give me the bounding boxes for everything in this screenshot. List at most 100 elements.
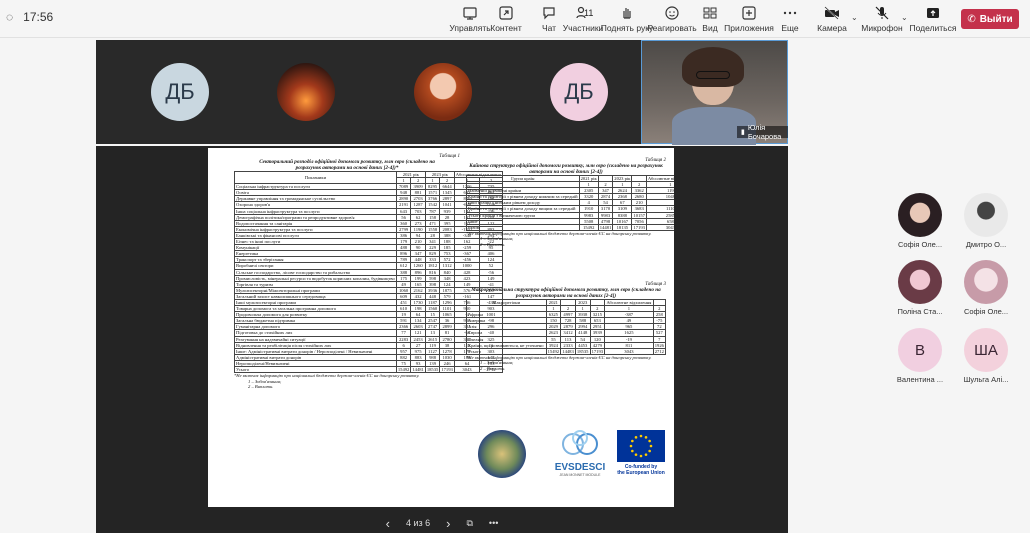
participant-photo-sunset[interactable] [277,63,335,121]
table-cell: 1926 [652,341,667,349]
table-cell: 14481 [597,223,614,231]
participant-tile-db-2[interactable]: ДБ [550,63,608,121]
table-row: Разом1549214481181351719330432712 [466,223,674,231]
more-options-icon[interactable]: ••• [489,518,498,528]
table-cell: 17193 [631,223,647,231]
participant-initials: ДБ [564,79,594,104]
more-icon [783,11,797,15]
shield-icon[interactable]: ◌ [6,10,13,24]
table-row: Усього 15492 14483 18535 17193 3043 2712 [466,347,667,355]
roster-participant[interactable]: Дмитро О... [956,193,1016,249]
leave-button[interactable]: ✆ Выйти [961,9,1019,29]
toolbar-button-raise-hand[interactable]: Поднять руку [601,5,653,33]
toolbar-button-camera-off[interactable]: Камера [807,5,857,33]
table-cell: 2712 [652,347,667,355]
evsdesci-subtitle: JEAN MONNET MODULE [559,473,601,477]
eu-star [631,449,634,453]
roster-participant[interactable]: Софія Оле... [956,260,1016,316]
eu-star [639,454,643,458]
table-1-legend-2: 2 – Виплати. [248,384,274,390]
meeting-timer: 17:56 [23,10,54,24]
evsdesci-wordmark: EVSDESCI [554,462,606,473]
participant-count: 11 [584,8,594,18]
table-2: Групи країн2021 рік2023 рікАбсолютне від… [466,174,674,231]
table-cell: 14483 [560,347,576,355]
table-3: Макрорегіони 2021 2023 Абсолютне відхилення… [466,298,667,355]
roster-participant[interactable]: ША Шульга Алі... [956,328,1016,384]
participant-tile-db-1[interactable]: ДБ [151,63,209,121]
roster-participant[interactable]: В Валентина ... [890,328,950,384]
eu-cofunded-logo: Co-funded by the European Union [613,430,669,476]
toolbar-button-label: Чат [541,23,557,33]
toolbar-button-label: Камера [817,23,847,33]
prev-page-chevron-icon[interactable]: ‹ [386,516,390,531]
table-cell: Промисловість, мінеральні ресурси та вид… [234,274,397,282]
participant-avatar-photo [898,260,942,304]
hangup-icon: ✆ [967,13,976,25]
speaker-hair [682,47,744,87]
toolbar-button-share-tray[interactable]: Поделиться [908,5,958,33]
participant-name: Софія Оле... [963,307,1009,316]
toolbar-button-label: Еще [781,23,799,33]
table-cell: Інше: Адміністративні витрати донорів / … [234,347,397,355]
avatar-initials: В [914,341,925,359]
toolbar-left: ◌ 17:56 [6,10,53,24]
table-3-legend-2: 2 – Виплати. [480,365,506,371]
table-2-legend-2: 2 – Виплати. [480,241,506,247]
shared-content-viewer: Таблиця 1 Секторальний розподіл офіційно… [96,146,788,533]
table-cell: 15492 [545,347,562,355]
table-cell: Країни, що розвиваються, не уточнено [466,341,547,349]
next-page-chevron-icon[interactable]: › [446,516,450,531]
roster-participant[interactable]: Софія Оле... [890,193,950,249]
table-cell: Усього [466,347,547,355]
evsdesci-logo: EVSDESCI JEAN MONNET MODULE [548,430,612,482]
participant-avatar-photo [964,260,1008,304]
toolbar-button-label: Поделиться [909,23,957,33]
roster-participant[interactable]: Поліна Ста... [890,260,950,316]
avatar-initials: ША [974,341,998,359]
table-row: Країни та території з рівнем доходу нижч… [466,193,674,201]
emoji-icon [665,6,679,20]
fit-page-icon[interactable]: ⧉ [466,518,472,529]
table-cell: 15492 [395,365,412,374]
eu-star [644,436,648,439]
participant-initials: ДБ [165,79,195,104]
participant-photo-redhead[interactable] [414,63,472,121]
university-seal-logo [478,430,526,478]
table-1-block: Таблиця 1 Секторальний розподіл офіційно… [234,154,503,390]
table-1-header: Показники [234,170,397,185]
table-cell: Країни та території з рівнем доходу нижч… [466,193,580,201]
participant-name: Софія Оле... [897,240,943,249]
toolbar-button-label: Участники [562,23,604,33]
camera-options-chevron-icon[interactable]: ⌄ [851,13,858,22]
toolbar-button-mic-off[interactable]: Микрофон [857,5,907,33]
chat-icon [543,7,555,20]
eu-star [644,453,648,456]
glasses-icon [696,71,730,79]
speaker-name: Юлія Бочарова [747,123,782,141]
document-page-controls: ‹ 4 из 6 › ⧉ ••• [96,513,788,533]
table-cell: 15492 [578,223,599,231]
table-header: 2021 рік [578,174,599,183]
table-1: Показники 2021 рік 2023 рік Абсолютне ві… [234,170,503,374]
participant-name: Шульга Алі... [963,375,1009,384]
evsdesci-rings-icon [562,430,598,455]
eu-stars-icon [629,434,653,458]
table-row: Усього 15492 14481 18535 17193 3043 2712 [234,365,503,374]
table-cell: Країни та території з рівнем доходу вищи… [466,205,580,213]
table-cell: 3043 [604,347,654,355]
mic-icon: ▮ [741,129,745,136]
table-cell: 17193 [439,365,455,374]
eu-star [629,444,633,448]
page-indicator: 4 из 6 [405,518,431,528]
leave-button-label: Выйти [979,13,1013,25]
mic-off-icon [875,6,889,20]
participant-name: Валентина ... [896,375,944,384]
table-cell: 18135 [612,223,633,231]
eu-text-line2: the European Union [617,470,665,476]
eu-star [648,449,651,453]
eu-star [634,436,638,439]
table-cell: 17193 [589,347,606,355]
eu-flag-icon [617,430,665,462]
mic-options-chevron-icon[interactable]: ⌄ [901,13,908,22]
